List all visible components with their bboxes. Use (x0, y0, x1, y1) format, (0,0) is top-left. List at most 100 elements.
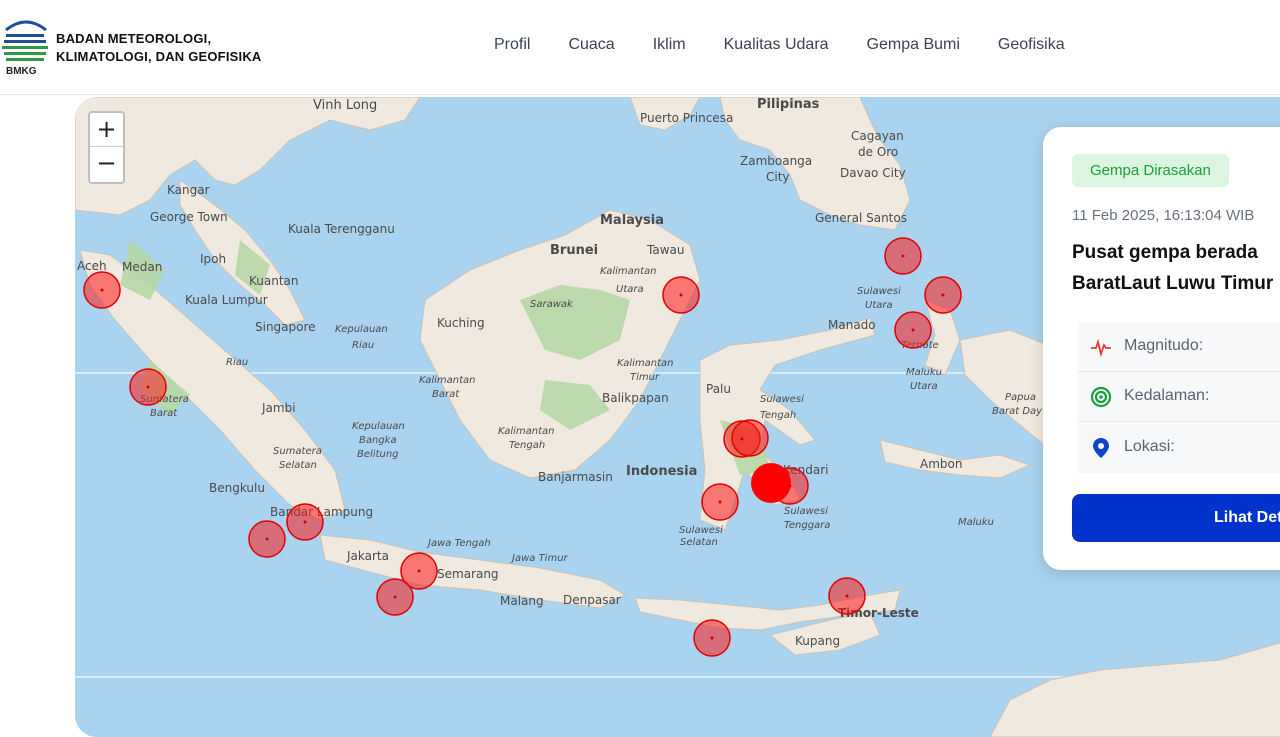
map-label: Cagayan (851, 129, 904, 143)
map-label: Riau (226, 357, 248, 368)
nav-geofisika[interactable]: Geofisika (998, 36, 1065, 54)
map-label: Kepulauan (335, 324, 388, 335)
map-label: Ipoh (200, 252, 226, 266)
map-label: Selatan (279, 460, 317, 471)
map-label: Riau (352, 340, 374, 351)
depth-label: Kedalaman: (1124, 387, 1210, 404)
map-label: Sarawak (530, 299, 574, 310)
map-label: Brunei (550, 243, 598, 258)
zoom-in-button[interactable]: + (90, 113, 123, 147)
map-label: Jawa Timur (510, 553, 569, 564)
map-label: Bangka (359, 435, 397, 446)
map-label: Jawa Tengah (426, 538, 491, 549)
felt-earthquake-badge: Gempa Dirasakan (1072, 154, 1229, 187)
map-label: Kalimantan (419, 375, 475, 386)
map-label: Banjarmasin (538, 470, 613, 484)
map-label: Kalimantan (498, 426, 554, 437)
map-label: Tawau (646, 243, 684, 257)
map-label: Barat Day (992, 406, 1043, 417)
map-label: Kuala Terengganu (288, 222, 395, 236)
map-label: Jambi (261, 401, 296, 415)
main-nav: Profil Cuaca Iklim Kualitas Udara Gempa … (475, 36, 1084, 54)
title-line2: BaratLaut Luwu Timur (1072, 273, 1274, 294)
map-label: Manado (828, 318, 876, 332)
map-label: Maluku (958, 517, 994, 528)
map-label: Puerto Princesa (640, 111, 733, 125)
map-label: Barat (432, 389, 460, 400)
map-label: George Town (150, 210, 228, 224)
organization-name: BADAN METEOROLOGI, KLIMATOLOGI, DAN GEOF… (56, 30, 262, 66)
map-label: Ambon (920, 457, 962, 471)
map-label: Kuching (437, 316, 485, 330)
logo-text: BMKG (6, 66, 37, 77)
map-label: Papua (1005, 392, 1036, 403)
map-label: Denpasar (563, 593, 621, 607)
map-label: Selatan (680, 537, 718, 548)
map-label: Zamboanga (740, 154, 812, 168)
view-detail-button[interactable]: Lihat Detail (1072, 494, 1280, 542)
nav-gempa-bumi[interactable]: Gempa Bumi (867, 36, 960, 54)
map-label: Kalimantan (617, 358, 673, 369)
org-name-line2: KLIMATOLOGI, DAN GEOFISIKA (56, 49, 262, 64)
map-label: Bengkulu (209, 481, 265, 495)
map-label: Utara (865, 300, 893, 311)
map-label: Pilipinas (757, 97, 820, 112)
map-label: Sulawesi (857, 286, 901, 297)
nav-cuaca[interactable]: Cuaca (568, 36, 614, 54)
map-label: Sulawesi (679, 525, 723, 536)
map-label: Kalimantan (600, 266, 656, 277)
org-name-line1: BADAN METEOROLOGI, (56, 31, 212, 46)
zoom-control: + − (88, 111, 125, 184)
map-label: Tengah (760, 410, 796, 421)
map-label: Vinh Long (313, 98, 377, 113)
map-label: Sumatera (273, 446, 322, 457)
map-label: Tengah (509, 440, 545, 451)
map-label: Aceh (77, 259, 107, 273)
magnitude-row: Magnitudo: (1078, 322, 1280, 372)
map-label: Belitung (357, 449, 399, 460)
map-label: Kuala Lumpur (185, 293, 268, 307)
depth-row: Kedalaman: (1078, 372, 1280, 422)
quake-marker (731, 419, 769, 457)
map-label: City (766, 170, 790, 184)
map-label: Indonesia (626, 464, 697, 479)
map-label: Utara (616, 284, 644, 295)
map-label: Medan (122, 260, 162, 274)
map-label: Timur (630, 372, 660, 383)
map-label: Sulawesi (784, 506, 828, 517)
map-label: Kepulauan (352, 421, 405, 432)
nav-kualitas-udara[interactable]: Kualitas Udara (724, 36, 829, 54)
target-icon (1090, 386, 1112, 408)
map-label: Singapore (255, 320, 316, 334)
map-label: Balikpapan (602, 391, 669, 405)
map-label: Malaysia (600, 213, 664, 228)
map-label: Davao City (840, 166, 906, 180)
zoom-out-button[interactable]: − (90, 147, 123, 181)
location-label: Lokasi: (1124, 438, 1175, 455)
magnitude-label: Magnitudo: (1124, 337, 1204, 354)
map-label: Utara (910, 381, 938, 392)
map-label: Malang (500, 594, 544, 608)
location-row: Lokasi: (1078, 423, 1280, 473)
map-label: General Santos (815, 211, 907, 225)
map-label: Jakarta (346, 549, 389, 563)
site-header: BMKG BADAN METEOROLOGI, KLIMATOLOGI, DAN… (0, 0, 1280, 95)
map-label: Kangar (167, 183, 210, 197)
title-line1: Pusat gempa berada (1072, 242, 1258, 263)
earthquake-info-card: Gempa Dirasakan 11 Feb 2025, 16:13:04 WI… (1043, 127, 1280, 570)
map-label: Palu (706, 382, 731, 396)
map-label: Barat (150, 408, 178, 419)
pulse-icon (1090, 336, 1112, 358)
earthquake-title: Pusat gempa berada BaratLaut Luwu Timur (1072, 237, 1273, 299)
map-label: Kupang (795, 634, 840, 648)
map-label: Sulawesi (760, 394, 804, 405)
earthquake-datetime: 11 Feb 2025, 16:13:04 WIB (1072, 207, 1255, 224)
nav-profil[interactable]: Profil (494, 36, 530, 54)
map-label: Kuantan (249, 274, 299, 288)
latest-quake-marker (751, 463, 791, 503)
map-label: Tenggara (784, 520, 830, 531)
map-label: Semarang (437, 567, 499, 581)
nav-iklim[interactable]: Iklim (653, 36, 686, 54)
bmkg-logo[interactable]: BMKG (2, 16, 50, 78)
map-label: Maluku (906, 367, 942, 378)
